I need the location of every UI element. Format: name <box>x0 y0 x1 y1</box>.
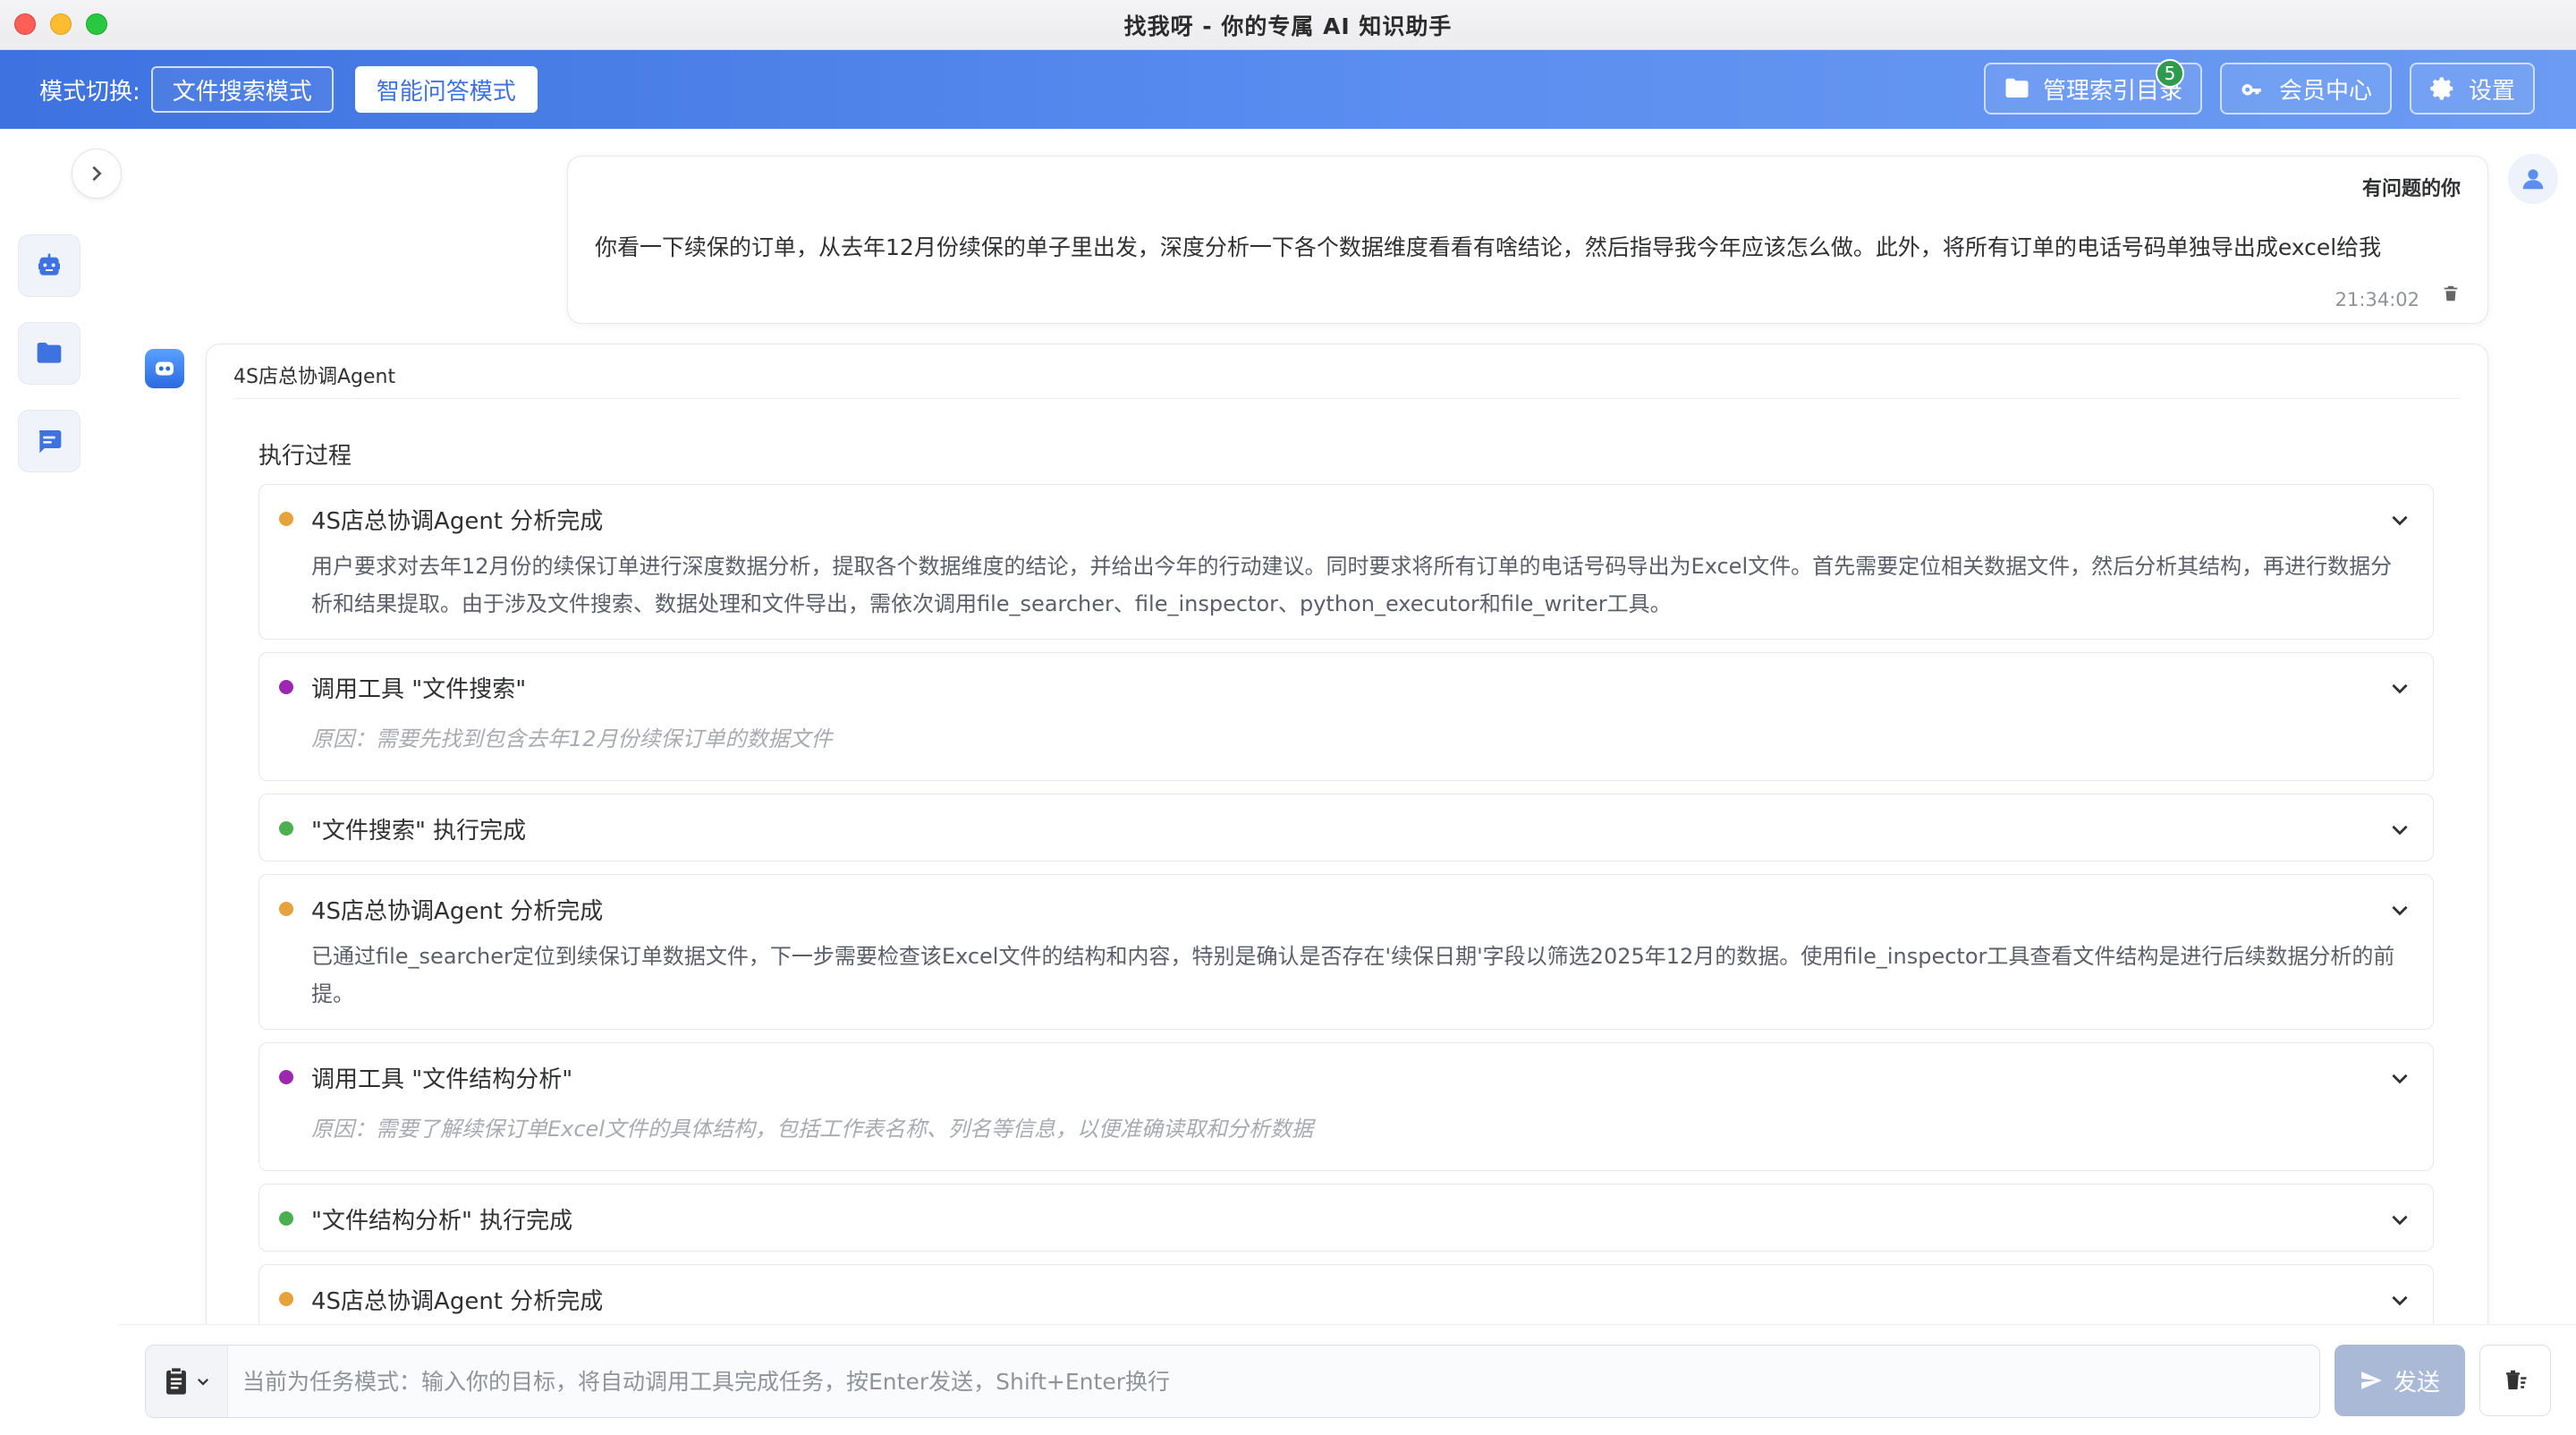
trash-icon <box>2444 285 2458 301</box>
manage-index-button[interactable]: 管理索引目录 5 <box>1983 59 2202 115</box>
expand-step-button[interactable] <box>2388 1208 2411 1231</box>
message-input-box <box>145 1345 2320 1418</box>
process-step[interactable]: 调用工具 "文件结构分析" 原因：需要了解续保订单Excel文件的具体结构，包括… <box>258 1042 2434 1171</box>
robot-icon <box>156 361 174 376</box>
status-dot <box>279 1070 293 1084</box>
process-step[interactable]: "文件搜索" 执行完成 <box>258 794 2434 862</box>
membership-label: 会员中心 <box>2278 77 2372 105</box>
process-step[interactable]: 调用工具 "文件搜索" 原因：需要先找到包含去年12月份续保订单的数据文件 <box>258 652 2434 781</box>
sidebar-item-chat[interactable] <box>18 410 80 472</box>
maximize-window-button[interactable] <box>86 13 107 35</box>
expand-step-button[interactable] <box>2388 1066 2411 1090</box>
settings-button[interactable]: 设置 <box>2409 63 2535 115</box>
status-dot <box>279 1292 293 1306</box>
send-label: 发送 <box>2393 1369 2440 1397</box>
message-timestamp: 21:34:02 <box>2334 289 2419 310</box>
file-search-mode-button[interactable]: 文件搜索模式 <box>150 66 334 113</box>
agent-message: 4S店总协调Agent 执行过程 4S店总协调Agent 分析完成 用户要求对去… <box>206 344 2488 1324</box>
gear-icon <box>2430 77 2453 100</box>
qa-mode-button[interactable]: 智能问答模式 <box>354 66 538 113</box>
user-sender-name: 有问题的你 <box>2361 178 2461 200</box>
process-step[interactable]: 4S店总协调Agent 分析完成 用户要求对去年12月份的续保订单进行深度数据分… <box>258 484 2434 640</box>
expand-step-button[interactable] <box>2388 676 2411 700</box>
step-description: 用户要求对去年12月份的续保订单进行深度数据分析，提取各个数据维度的结论，并给出… <box>311 554 2393 616</box>
send-button[interactable]: 发送 <box>2334 1345 2465 1416</box>
step-title: "文件结构分析" 执行完成 <box>311 1208 573 1235</box>
step-title: 4S店总协调Agent 分析完成 <box>311 1288 604 1315</box>
divider <box>233 398 2461 399</box>
task-mode-select[interactable] <box>146 1346 228 1417</box>
top-toolbar: 模式切换: 文件搜索模式 智能问答模式 管理索引目录 5 会员中心 设置 <box>0 50 2576 129</box>
expand-step-button[interactable] <box>2388 508 2411 531</box>
delete-message-button[interactable] <box>2441 282 2461 305</box>
input-bar: 发送 <box>118 1324 2576 1435</box>
chevron-down-icon <box>2392 905 2408 916</box>
step-reason: 原因：需要了解续保订单Excel文件的具体结构，包括工作表名称、列名等信息，以便… <box>311 1117 1313 1142</box>
status-dot <box>279 680 293 694</box>
step-title: 调用工具 "文件搜索" <box>311 676 527 703</box>
window-controls <box>14 13 107 35</box>
status-dot <box>279 821 293 836</box>
mode-switch-label: 模式切换: <box>39 78 140 106</box>
step-title: "文件搜索" 执行完成 <box>311 818 527 845</box>
chevron-down-icon <box>2392 684 2408 694</box>
chevron-down-icon <box>2392 825 2408 836</box>
chevron-down-icon <box>197 1378 208 1386</box>
process-step[interactable]: 4S店总协调Agent 分析完成 <box>258 1264 2434 1324</box>
process-title: 执行过程 <box>258 443 352 470</box>
agent-avatar <box>145 349 184 388</box>
chevron-down-icon <box>2392 1215 2408 1226</box>
step-reason: 原因：需要先找到包含去年12月份续保订单的数据文件 <box>311 726 833 751</box>
step-title: 4S店总协调Agent 分析完成 <box>311 898 604 925</box>
step-title: 调用工具 "文件结构分析" <box>311 1066 573 1093</box>
person-icon <box>2522 169 2544 190</box>
chat-area[interactable]: 有问题的你 你看一下续保的订单，从去年12月份续保的单子里出发，深度分析一下各个… <box>118 129 2576 1324</box>
membership-button[interactable]: 会员中心 <box>2219 63 2392 115</box>
status-dot <box>279 512 293 526</box>
window-title: 找我呀 - 你的专属 AI 知识助手 <box>1123 13 1453 39</box>
app-window: 找我呀 - 你的专属 AI 知识助手 模式切换: 文件搜索模式 智能问答模式 管… <box>0 0 2576 1435</box>
robot-icon <box>38 253 60 276</box>
minimize-window-button[interactable] <box>50 13 72 35</box>
chevron-down-icon <box>2392 515 2408 526</box>
status-dot <box>279 902 293 916</box>
close-window-button[interactable] <box>14 13 36 35</box>
process-step[interactable]: 4S店总协调Agent 分析完成 已通过file_searcher定位到续保订单… <box>258 874 2434 1030</box>
folder-icon <box>2005 78 2029 98</box>
process-step[interactable]: "文件结构分析" 执行完成 <box>258 1184 2434 1252</box>
step-title: 4S店总协调Agent 分析完成 <box>311 508 604 535</box>
settings-label: 设置 <box>2468 77 2515 105</box>
toolbar-actions: 管理索引目录 5 会员中心 设置 <box>1983 59 2535 115</box>
expand-step-button[interactable] <box>2388 818 2411 841</box>
title-bar: 找我呀 - 你的专属 AI 知识助手 <box>0 0 2576 50</box>
folder-icon <box>37 343 62 363</box>
send-icon <box>2361 1371 2382 1389</box>
expand-step-button[interactable] <box>2388 898 2411 921</box>
chevron-down-icon <box>2392 1295 2408 1306</box>
user-message-text: 你看一下续保的订单，从去年12月份续保的单子里出发，深度分析一下各个数据维度看看… <box>595 234 2382 260</box>
user-avatar <box>2508 154 2558 204</box>
clear-chat-button[interactable] <box>2479 1345 2551 1416</box>
chat-icon <box>38 430 62 454</box>
expand-step-button[interactable] <box>2388 1288 2411 1312</box>
message-input[interactable] <box>242 1346 2300 1417</box>
sidebar-item-agent[interactable] <box>18 234 80 297</box>
chevron-down-icon <box>2392 1074 2408 1084</box>
index-count-badge: 5 <box>2155 59 2184 88</box>
agent-name: 4S店总协调Agent <box>233 366 396 388</box>
sidebar-item-files[interactable] <box>18 322 80 385</box>
clear-icon <box>2506 1370 2527 1389</box>
chevron-right-icon <box>92 166 102 182</box>
status-dot <box>279 1211 293 1226</box>
clipboard-icon <box>165 1368 186 1395</box>
user-message: 有问题的你 你看一下续保的订单，从去年12月份续保的单子里出发，深度分析一下各个… <box>567 156 2488 324</box>
expand-sidebar-button[interactable] <box>72 149 122 199</box>
step-description: 已通过file_searcher定位到续保订单数据文件，下一步需要检查该Exce… <box>311 944 2395 1006</box>
key-icon <box>2241 84 2261 96</box>
sidebar <box>0 129 122 1435</box>
